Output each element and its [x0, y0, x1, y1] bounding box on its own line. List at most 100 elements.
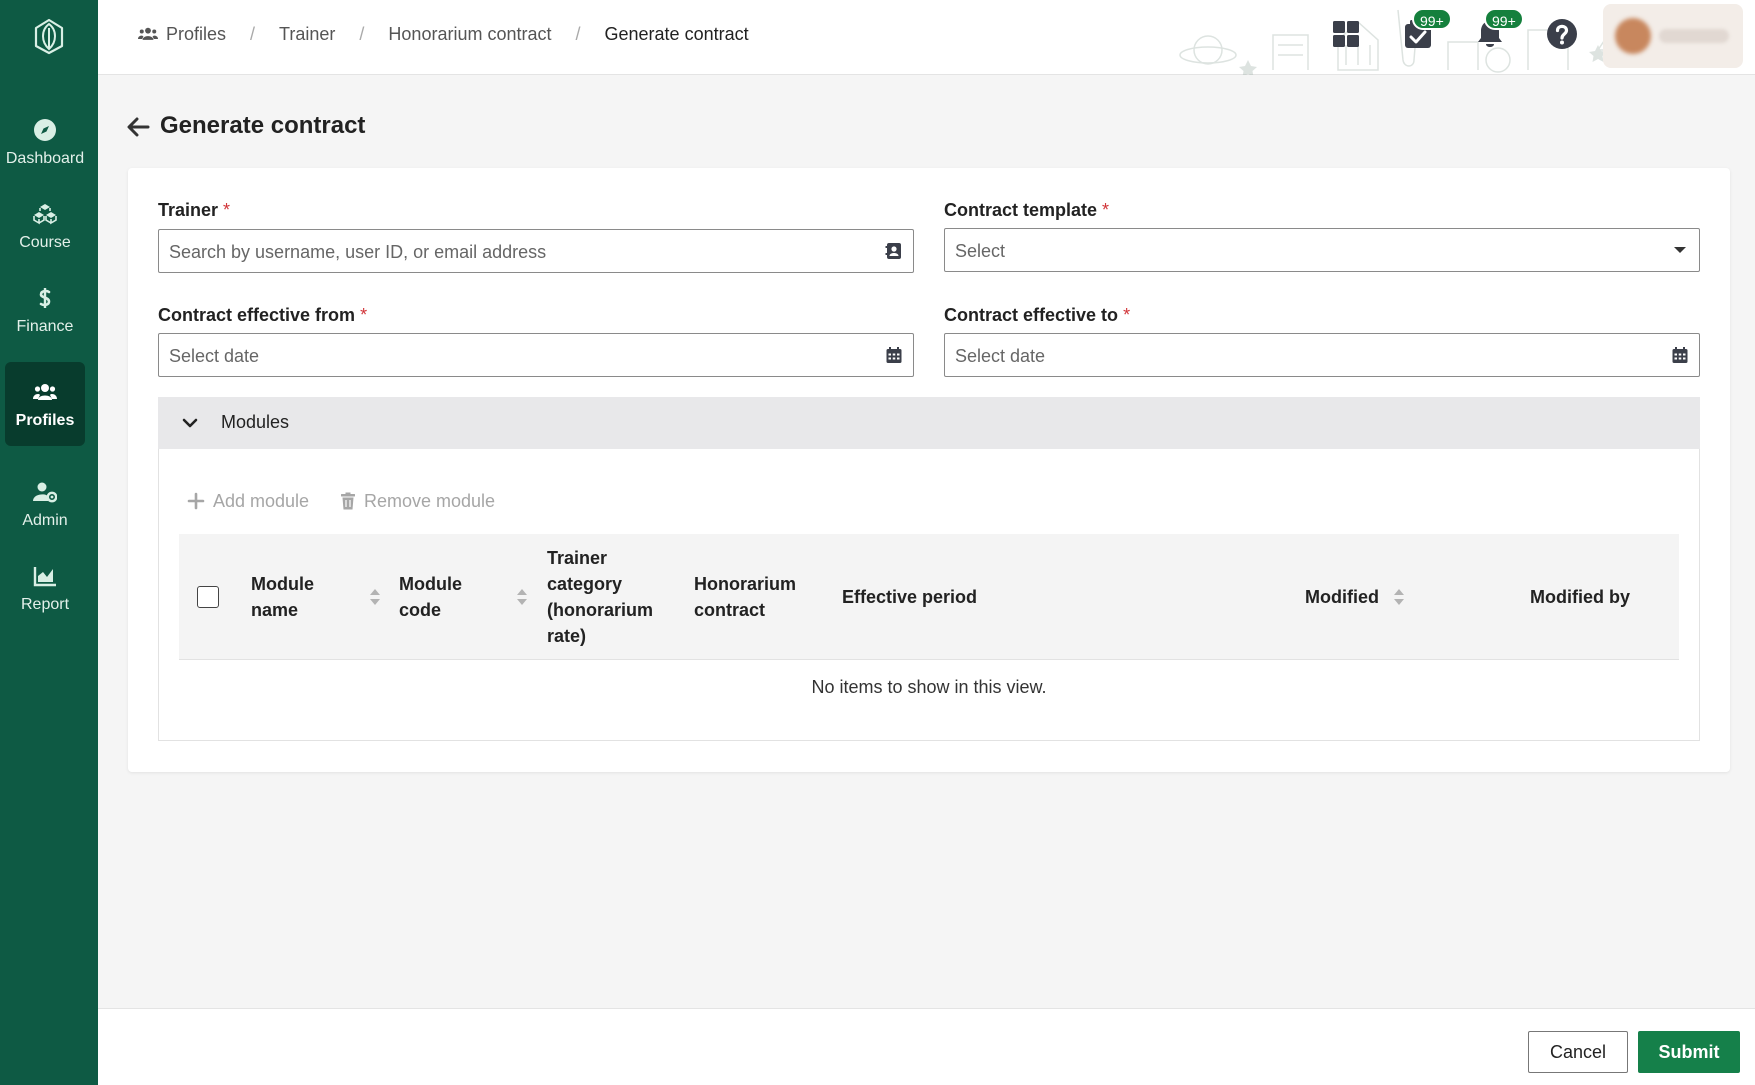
user-gear-icon — [33, 482, 57, 503]
users-icon — [33, 384, 57, 400]
contact-card-icon[interactable] — [885, 242, 903, 260]
sidebar-item-label: Dashboard — [5, 150, 85, 167]
effective-to-placeholder: Select date — [955, 346, 1046, 366]
breadcrumb-separator: / — [575, 23, 581, 44]
column-effective-period: Effective period — [842, 587, 978, 607]
required-marker: * — [223, 200, 231, 220]
column-modified[interactable]: Modified — [1305, 584, 1379, 610]
sidebar-item-label: Course — [19, 234, 71, 251]
compass-icon — [34, 119, 56, 141]
column-label-line: contract — [694, 600, 766, 620]
plus-icon — [187, 492, 205, 510]
breadcrumb-honorarium-contract[interactable]: Honorarium contract — [388, 24, 551, 45]
remove-module-label: Remove module — [364, 490, 496, 511]
sidebar-item-label: Admin — [22, 512, 68, 529]
cancel-button[interactable]: Cancel — [1528, 1031, 1628, 1073]
sidebar-item-finance[interactable]: Finance — [5, 268, 85, 352]
trainer-placeholder: Search by username, user ID, or email ad… — [169, 242, 547, 262]
column-trainer-category: Trainer category (honorarium rate) — [547, 545, 653, 649]
column-module-code[interactable]: Module code — [399, 571, 462, 623]
sidebar-item-course[interactable]: Course — [5, 184, 85, 268]
dollar-icon — [39, 288, 51, 308]
column-label-line: name — [251, 600, 299, 620]
column-label-line: Trainer — [547, 548, 608, 568]
column-label-line: category — [547, 574, 623, 594]
user-avatar[interactable] — [1603, 0, 1755, 72]
modules-section-header[interactable]: Modules — [158, 397, 1700, 449]
effective-from-date-input[interactable]: Select date — [158, 333, 914, 377]
cubes-icon — [33, 204, 57, 225]
column-label-line: Module — [399, 574, 462, 594]
contract-template-placeholder: Select — [955, 241, 1006, 261]
effective-from-label-text: Contract effective from — [158, 305, 356, 325]
back-arrow-icon[interactable] — [126, 115, 150, 139]
breadcrumb-separator: / — [250, 23, 256, 44]
sidebar-item-label: Finance — [16, 318, 74, 335]
users-icon — [138, 27, 158, 40]
area-chart-icon — [33, 567, 56, 587]
breadcrumb-profiles[interactable]: Profiles — [166, 24, 226, 45]
top-header: Profiles / Trainer / Honorarium contract… — [98, 0, 1755, 75]
notifications-badge: 99+ — [1484, 8, 1524, 30]
sort-icon[interactable] — [1393, 587, 1405, 607]
column-label-line: Module — [251, 574, 314, 594]
column-modified-by: Modified by — [1530, 587, 1630, 607]
sort-icon[interactable] — [516, 587, 528, 607]
required-marker: * — [1123, 305, 1131, 325]
column-label-line: (honorarium — [547, 600, 653, 620]
breadcrumb-separator: / — [359, 23, 365, 44]
column-label-line: code — [399, 600, 442, 620]
column-honorarium-contract: Honorarium contract — [694, 571, 796, 623]
breadcrumb: Profiles / Trainer / Honorarium contract… — [138, 22, 749, 46]
required-marker: * — [1102, 200, 1110, 220]
modules-section-body: Add module Remove module Module name Mod… — [158, 449, 1700, 741]
apps-grid-icon[interactable] — [1330, 18, 1362, 50]
contract-template-label: Contract template * — [944, 200, 1109, 221]
caret-down-icon — [1674, 247, 1686, 253]
effective-from-placeholder: Select date — [169, 346, 260, 366]
trainer-search-input[interactable]: Search by username, user ID, or email ad… — [158, 229, 914, 273]
page-title: Generate contract — [160, 112, 366, 139]
effective-to-date-input[interactable]: Select date — [944, 333, 1700, 377]
sidebar-item-dashboard[interactable]: Dashboard — [5, 100, 85, 184]
sidebar-item-label: Report — [20, 596, 70, 613]
leaf-book-icon[interactable] — [28, 16, 70, 56]
contract-template-select[interactable]: Select — [944, 228, 1700, 272]
effective-to-label-text: Contract effective to — [944, 305, 1119, 325]
effective-from-label: Contract effective from * — [158, 305, 367, 326]
submit-button[interactable]: Submit — [1638, 1031, 1740, 1073]
sidebar: Dashboard Course Finance Profiles Admin … — [0, 0, 98, 1085]
sidebar-item-profiles[interactable]: Profiles — [5, 362, 85, 446]
sidebar-item-admin[interactable]: Admin — [5, 462, 85, 546]
contract-template-label-text: Contract template — [944, 200, 1098, 220]
modules-title: Modules — [221, 412, 290, 432]
help-icon[interactable] — [1546, 18, 1578, 50]
sidebar-item-label: Profiles — [15, 412, 75, 429]
sort-icon[interactable] — [369, 587, 381, 607]
trainer-label-text: Trainer — [158, 200, 219, 220]
modules-table-header: Module name Module code Trainer category… — [179, 534, 1679, 660]
breadcrumb-trainer[interactable]: Trainer — [279, 24, 335, 45]
column-module-name[interactable]: Module name — [251, 571, 314, 623]
calendar-icon[interactable] — [885, 346, 903, 364]
breadcrumb-current: Generate contract — [604, 23, 749, 44]
effective-to-label: Contract effective to * — [944, 305, 1130, 326]
trash-icon — [341, 492, 355, 510]
empty-table-message: No items to show in this view. — [811, 677, 1047, 697]
select-all-checkbox[interactable] — [197, 586, 219, 608]
column-label-line: rate) — [547, 626, 587, 646]
calendar-icon[interactable] — [1671, 346, 1689, 364]
remove-module-button[interactable]: Remove module — [340, 489, 495, 513]
contract-form-card: Trainer * Search by username, user ID, o… — [128, 168, 1730, 772]
trainer-label: Trainer * — [158, 200, 230, 221]
add-module-label: Add module — [213, 490, 310, 511]
avatar-name-placeholder — [1659, 29, 1729, 43]
form-footer: Cancel Submit — [98, 1008, 1755, 1085]
chevron-down-icon[interactable] — [182, 415, 198, 431]
add-module-button[interactable]: Add module — [187, 489, 309, 513]
required-marker: * — [360, 305, 368, 325]
sidebar-item-report[interactable]: Report — [5, 546, 85, 630]
avatar-photo — [1615, 18, 1651, 54]
tasks-badge: 99+ — [1412, 8, 1452, 30]
column-label-line: Honorarium — [694, 574, 797, 594]
